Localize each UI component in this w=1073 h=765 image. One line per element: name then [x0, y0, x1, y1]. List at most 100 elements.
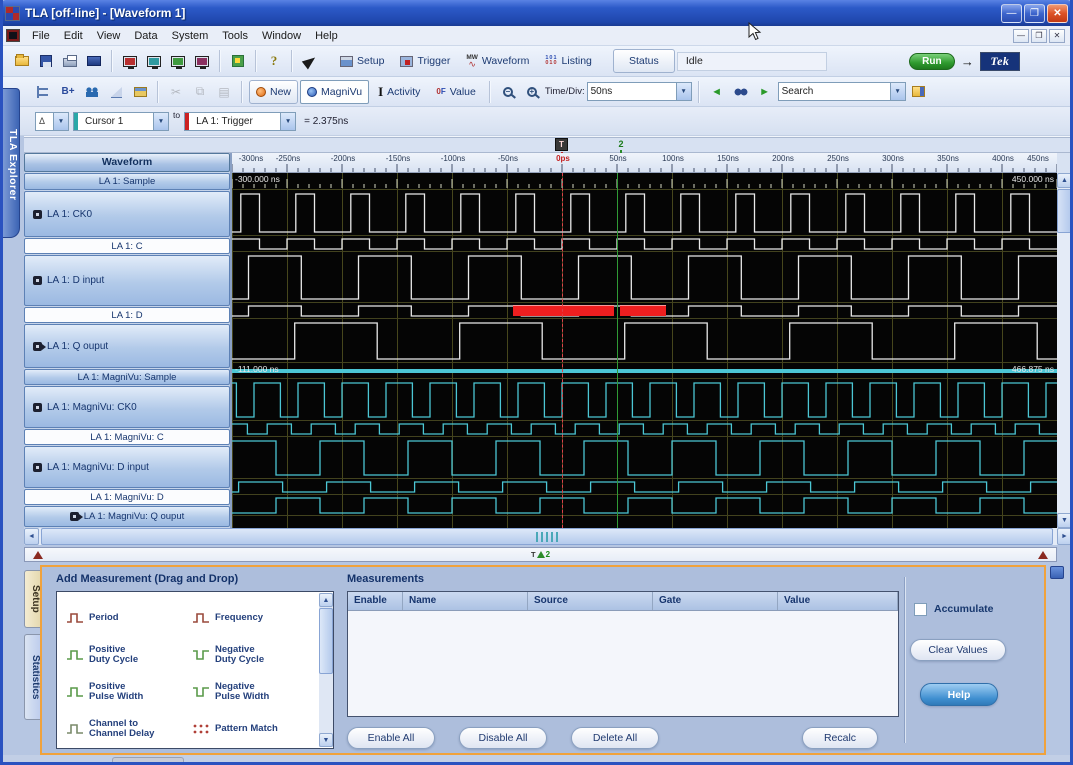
magnivu-button[interactable]: MagniVu — [300, 80, 369, 104]
find-icon[interactable] — [730, 81, 752, 103]
enable-all-button[interactable]: Enable All — [347, 727, 435, 749]
mdi-minimize-button[interactable]: — — [1013, 29, 1029, 43]
copy-icon[interactable]: ⧉ — [189, 81, 211, 103]
listbox-scroll-up-icon[interactable]: ▲ — [319, 593, 333, 607]
trigger-marker[interactable]: T — [555, 138, 568, 151]
delete-all-button[interactable]: Delete All — [571, 727, 659, 749]
paste-icon[interactable]: ▤ — [213, 81, 235, 103]
waveform-label-la-1-magnivu-c[interactable]: LA 1: MagniVu: C — [24, 429, 230, 445]
waveform-trace-la-1-magnivu-q-ouput[interactable] — [232, 495, 1057, 516]
trigger-button[interactable]: Trigger — [393, 49, 457, 73]
listbox-scroll-thumb[interactable] — [319, 608, 333, 674]
minimize-button[interactable]: — — [1001, 4, 1022, 23]
horizontal-scrollbar[interactable]: ◄ ► — [24, 528, 1072, 545]
measurement-item-pattern-match[interactable]: Pattern Match — [192, 710, 318, 747]
waveform-trace-la-1-magnivu-d[interactable] — [232, 479, 1057, 495]
search-next-icon[interactable]: ► — [754, 81, 776, 103]
waveform-label-la-1-magnivu-d[interactable]: LA 1: MagniVu: D — [24, 489, 230, 505]
restore-button[interactable]: ❐ — [1024, 4, 1045, 23]
help-button[interactable]: Help — [920, 683, 998, 706]
cut-icon[interactable]: ✂ — [165, 81, 187, 103]
waveform-label-la-1-magnivu-d-input[interactable]: LA 1: MagniVu: D input — [24, 446, 230, 488]
new-waveform-button[interactable]: New — [249, 80, 298, 104]
waveform-trace-la-1-magnivu-c[interactable] — [232, 421, 1057, 437]
cursor1-combo[interactable]: Cursor 1 ▼ — [73, 112, 169, 131]
listing-window-icon[interactable] — [191, 50, 213, 72]
scroll-up-icon[interactable]: ▲ — [1057, 173, 1072, 188]
waveform-label-la-1-d-input[interactable]: LA 1: D input — [24, 255, 230, 306]
column-header-name[interactable]: Name — [403, 592, 528, 610]
overview-trigger-marker[interactable]: T2 — [531, 548, 550, 561]
waveform-button[interactable]: MW∿ Waveform — [459, 49, 536, 73]
scroll-down-icon[interactable]: ▼ — [1057, 513, 1072, 528]
measurement-item-period[interactable]: Period — [66, 599, 192, 636]
value-button[interactable]: 0F Value — [429, 80, 482, 104]
add-bus-icon[interactable]: B+ — [57, 81, 79, 103]
menu-window[interactable]: Window — [255, 28, 308, 44]
menu-view[interactable]: View — [90, 28, 128, 44]
waveform-label-la-1-sample[interactable]: LA 1: Sample — [24, 173, 230, 190]
open-icon[interactable] — [11, 50, 33, 72]
measurements-table-body[interactable] — [348, 611, 898, 716]
help-icon[interactable]: ? — [263, 50, 285, 72]
cursor2-combo[interactable]: LA 1: Trigger ▼ — [184, 112, 296, 131]
measurement-item-frequency[interactable]: Frequency — [192, 599, 318, 636]
waveform-window-icon[interactable] — [167, 50, 189, 72]
vertical-scrollbar[interactable]: ▲ ▼ — [1057, 173, 1072, 528]
recalc-button[interactable]: Recalc — [802, 727, 878, 749]
mdi-close-button[interactable]: ✕ — [1049, 29, 1065, 43]
search-options-icon[interactable] — [908, 81, 930, 103]
trigger-window-icon[interactable] — [143, 50, 165, 72]
clear-values-button[interactable]: Clear Values — [910, 639, 1006, 661]
panel-corner-button[interactable] — [1050, 566, 1064, 579]
column-header-source[interactable]: Source — [528, 592, 653, 610]
record-overview-bar[interactable]: T2 — [24, 547, 1057, 562]
delta-measure-button[interactable]: Δ ▼ — [35, 112, 69, 131]
waveform-trace-la-1-c[interactable] — [232, 236, 1057, 252]
measurement-item-positive-pulse-width[interactable]: PositivePulse Width — [66, 673, 192, 710]
record-end-marker[interactable] — [1038, 551, 1048, 559]
waveform-trace-la-1-d[interactable] — [232, 303, 1057, 319]
column-header-enable[interactable]: Enable — [348, 592, 403, 610]
cursor2-marker[interactable]: 2 — [615, 138, 627, 151]
mdi-document-icon[interactable] — [6, 29, 20, 42]
menu-system[interactable]: System — [165, 28, 216, 44]
close-button[interactable]: ✕ — [1047, 4, 1068, 23]
menu-edit[interactable]: Edit — [57, 28, 90, 44]
waveform-label-la-1-magnivu-sample[interactable]: LA 1: MagniVu: Sample — [24, 369, 230, 385]
accumulate-checkbox[interactable] — [914, 603, 927, 616]
open-window-icon[interactable] — [129, 81, 151, 103]
waveform-label-la-1-magnivu-ck0[interactable]: LA 1: MagniVu: CK0 — [24, 386, 230, 428]
measurement-item-negative-duty-cycle[interactable]: NegativeDuty Cycle — [192, 636, 318, 673]
listbox-scroll-down-icon[interactable]: ▼ — [319, 733, 333, 747]
column-header-gate[interactable]: Gate — [653, 592, 778, 610]
column-header-value[interactable]: Value — [778, 592, 898, 610]
listing-button[interactable]: 101010 Listing — [538, 49, 599, 73]
properties-icon[interactable] — [227, 50, 249, 72]
tab-setup[interactable]: Setup — [24, 570, 41, 628]
waveform-label-la-1-magnivu-q-ouput[interactable]: LA 1: MagniVu: Q ouput — [24, 506, 230, 527]
search-previous-icon[interactable]: ◄ — [706, 81, 728, 103]
setup-button[interactable]: Setup — [333, 49, 391, 73]
group-channels-icon[interactable] — [81, 81, 103, 103]
waveform-label-la-1-ck0[interactable]: LA 1: CK0 — [24, 191, 230, 237]
trigger-line[interactable] — [562, 173, 563, 528]
search-combo[interactable]: Search ▼ — [778, 82, 906, 101]
menu-file[interactable]: File — [25, 28, 57, 44]
menu-tools[interactable]: Tools — [215, 28, 255, 44]
waveform-label-la-1-q-ouput[interactable]: LA 1: Q ouput — [24, 324, 230, 368]
waveform-trace-la-1-magnivu-sample[interactable]: -111.000 ns466.875 ns — [232, 363, 1057, 379]
status-button[interactable]: Status — [613, 49, 675, 73]
waveform-label-la-1-d[interactable]: LA 1: D — [24, 307, 230, 323]
run-button[interactable]: Run — [909, 53, 955, 70]
tab-statistics[interactable]: Statistics — [24, 634, 41, 720]
arm-system-icon[interactable] — [299, 50, 321, 72]
measurement-item-positive-duty-cycle[interactable]: PositiveDuty Cycle — [66, 636, 192, 673]
measurement-item-negative-pulse-width[interactable]: NegativePulse Width — [192, 673, 318, 710]
waveform-trace-la-1-d-input[interactable] — [232, 252, 1057, 303]
print-icon[interactable] — [59, 50, 81, 72]
waveform-trace-la-1-magnivu-d-input[interactable] — [232, 437, 1057, 479]
waveform-column-header[interactable]: Waveform — [24, 153, 230, 172]
record-begin-marker[interactable] — [33, 551, 43, 559]
scroll-left-icon[interactable]: ◄ — [24, 528, 39, 545]
